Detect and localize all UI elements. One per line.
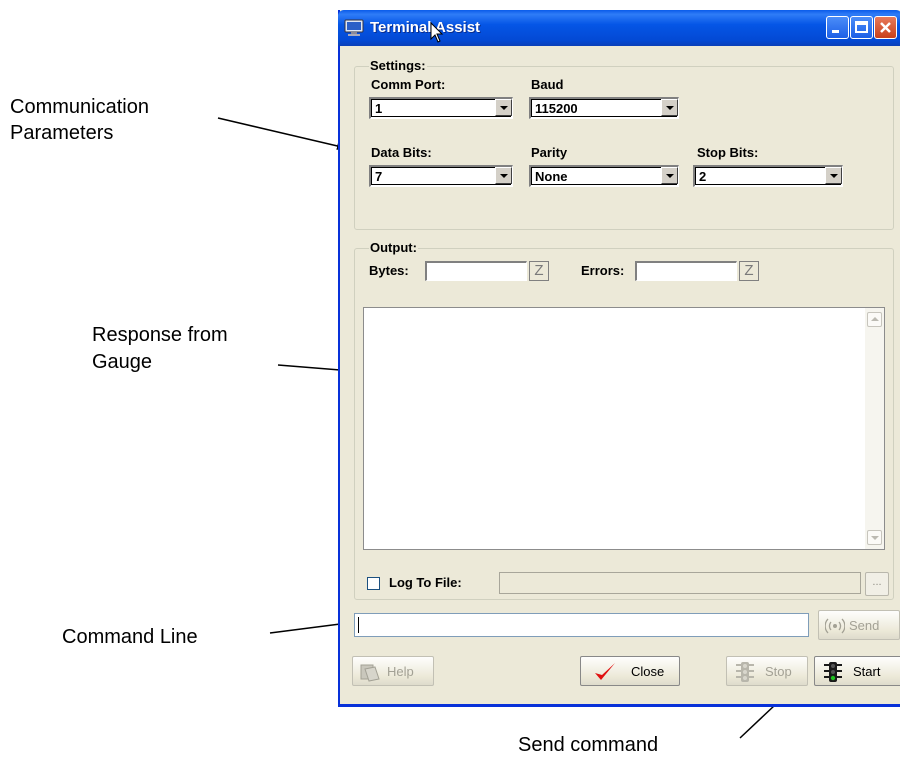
stop-button[interactable]: Stop: [726, 656, 808, 686]
log-to-file-label: Log To File:: [389, 575, 462, 590]
baud-value: 115200: [535, 101, 578, 116]
bytes-field: [425, 261, 527, 281]
errors-field: [635, 261, 737, 281]
annotation-response-from: Response from: [92, 324, 228, 346]
settings-legend: Settings:: [369, 58, 427, 73]
help-icon: [360, 664, 380, 682]
chevron-down-icon[interactable]: [495, 167, 512, 184]
comm-port-value: 1: [375, 101, 383, 116]
command-input[interactable]: [354, 613, 809, 637]
log-to-file-checkbox[interactable]: [367, 577, 380, 590]
browse-button[interactable]: ...: [865, 572, 889, 596]
send-button[interactable]: Send: [818, 610, 900, 640]
vertical-scrollbar[interactable]: [865, 308, 884, 549]
scroll-down-icon[interactable]: [867, 530, 882, 545]
close-icon: [880, 22, 891, 33]
text-caret: [358, 617, 359, 633]
zero-errors-button[interactable]: Z: [739, 261, 759, 281]
title-bar[interactable]: Terminal Assist: [338, 10, 900, 46]
close-window-button[interactable]: [874, 16, 897, 39]
output-legend: Output:: [369, 240, 418, 255]
annotation-communication: Communication: [10, 96, 149, 118]
bytes-label: Bytes:: [369, 263, 409, 278]
baud-select[interactable]: 115200: [529, 97, 679, 119]
stop-bits-label: Stop Bits:: [697, 145, 759, 160]
start-label: Start: [853, 664, 881, 679]
comm-port-select[interactable]: 1: [369, 97, 513, 119]
settings-group: Settings: Comm Port: 1 Baud 115200 Data …: [354, 58, 894, 230]
parity-value: None: [535, 169, 568, 184]
zero-bytes-button[interactable]: Z: [529, 261, 549, 281]
monitor-icon: [344, 19, 364, 36]
log-file-path-field: [499, 572, 861, 594]
stop-bits-select[interactable]: 2: [693, 165, 843, 187]
parity-label: Parity: [531, 145, 568, 160]
data-bits-select[interactable]: 7: [369, 165, 513, 187]
baud-label: Baud: [531, 77, 564, 92]
parity-select[interactable]: None: [529, 165, 679, 187]
chevron-down-icon[interactable]: [825, 167, 842, 184]
checkmark-icon: [595, 663, 615, 680]
output-group: Output: Bytes: Z Errors: Z Log To File: …: [354, 240, 894, 600]
comm-port-label: Comm Port:: [371, 77, 446, 92]
chevron-down-icon[interactable]: [661, 167, 678, 184]
send-label: Send: [849, 618, 880, 633]
chevron-down-icon[interactable]: [661, 99, 678, 116]
help-button[interactable]: Help: [352, 656, 434, 686]
help-label: Help: [387, 664, 414, 679]
stop-label: Stop: [765, 664, 792, 679]
scroll-up-icon[interactable]: [867, 312, 882, 327]
chevron-down-icon[interactable]: [495, 99, 512, 116]
terminal-assist-window: Terminal Assist Settings: Comm Port: 1 B…: [338, 10, 900, 707]
arrow-communication: [217, 117, 347, 150]
annotation-gauge: Gauge: [92, 351, 153, 373]
stop-bits-value: 2: [699, 169, 707, 184]
maximize-icon: [855, 21, 868, 33]
traffic-light-icon: [824, 662, 842, 682]
broadcast-icon: [825, 618, 845, 634]
errors-label: Errors:: [581, 263, 625, 278]
arrow-command-line: [269, 620, 349, 634]
minimize-button[interactable]: [826, 16, 849, 39]
minimize-icon: [832, 30, 839, 33]
traffic-light-icon: [736, 662, 754, 682]
data-bits-value: 7: [375, 169, 383, 184]
mouse-pointer-icon: [430, 22, 444, 43]
close-label: Close: [631, 664, 665, 679]
window-title: Terminal Assist: [370, 19, 481, 36]
start-button[interactable]: Start: [814, 656, 900, 686]
data-bits-label: Data Bits:: [371, 145, 432, 160]
annotation-command-line: Command Line: [62, 626, 198, 648]
annotation-parameters: Parameters: [10, 122, 114, 144]
close-button[interactable]: Close: [580, 656, 680, 686]
maximize-button[interactable]: [850, 16, 873, 39]
response-output-area[interactable]: [363, 307, 885, 550]
annotation-send-command: Send command: [518, 734, 659, 756]
